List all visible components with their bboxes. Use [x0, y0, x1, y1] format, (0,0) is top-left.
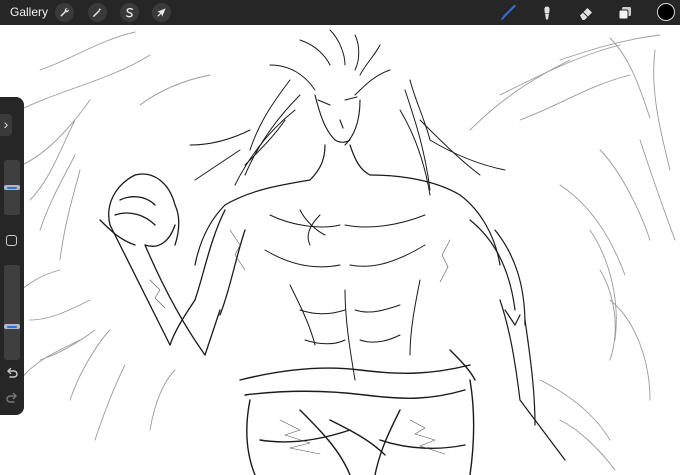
gallery-button[interactable]: Gallery — [10, 5, 48, 20]
opacity-thumb[interactable] — [4, 324, 20, 330]
layers-icon[interactable] — [615, 3, 635, 23]
smudge-icon[interactable] — [537, 3, 557, 23]
color-picker-button[interactable] — [657, 3, 675, 21]
top-toolbar: Gallery — [0, 0, 680, 25]
brush-size-slider[interactable] — [4, 160, 20, 215]
brush-icon[interactable] — [498, 3, 518, 23]
magic-wand-icon[interactable] — [88, 3, 107, 22]
chevron-right-icon[interactable]: › — [0, 114, 12, 136]
selection-s-icon[interactable] — [120, 3, 139, 22]
arrow-cursor-icon[interactable] — [152, 3, 171, 22]
wrench-icon[interactable] — [55, 3, 74, 22]
left-sidebar — [0, 97, 24, 415]
brush-size-thumb[interactable] — [4, 185, 20, 190]
eraser-icon[interactable] — [576, 3, 596, 23]
opacity-slider[interactable] — [4, 265, 20, 360]
modify-square-icon[interactable] — [6, 235, 17, 246]
drawing-canvas[interactable] — [0, 25, 680, 475]
undo-icon[interactable] — [5, 367, 19, 381]
redo-icon[interactable] — [5, 392, 19, 406]
